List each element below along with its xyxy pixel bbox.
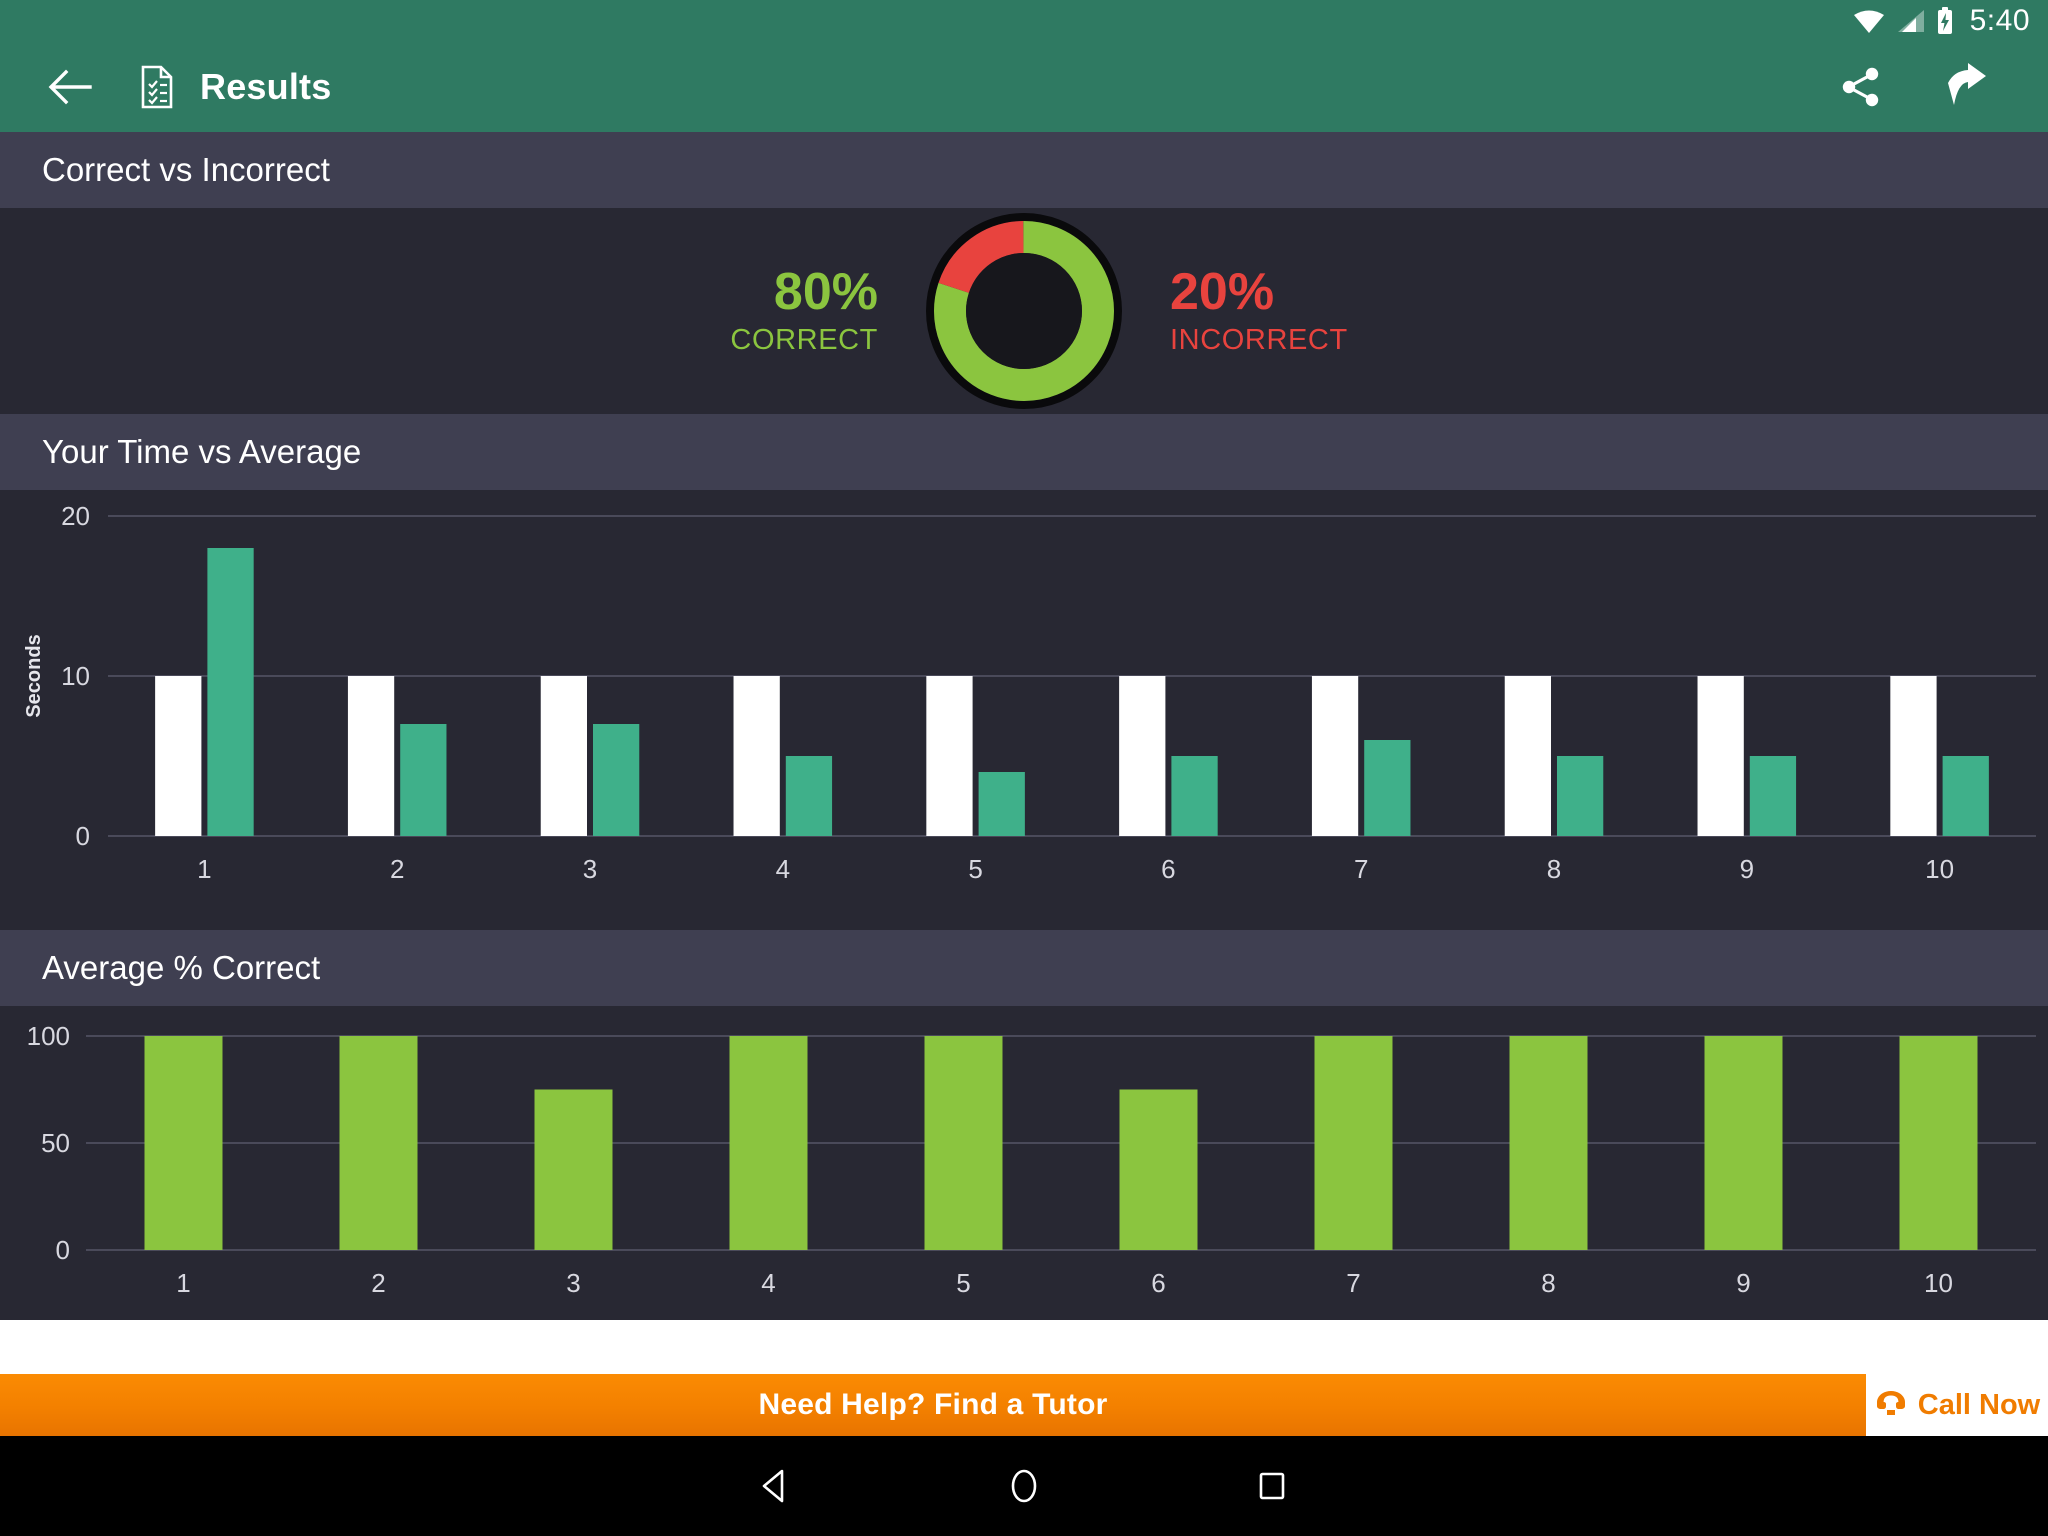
- bar-average-percent-correct: [1509, 1036, 1588, 1250]
- correct-label: CORRECT: [730, 323, 878, 356]
- x-tick-label: 3: [583, 854, 597, 884]
- donut-chart-panel: 80% CORRECT 20% INCORRECT: [0, 208, 2048, 414]
- bar-your-time: [207, 548, 254, 836]
- y-axis-label: Seconds: [23, 634, 45, 717]
- bar-average-percent-correct: [339, 1036, 418, 1250]
- time-vs-average-svg: Seconds 0 10 20 1 2 3 4 5 6 7 8 9 10: [23, 501, 2036, 884]
- y-tick-label: 50: [41, 1128, 70, 1158]
- incorrect-stat: 20% INCORRECT: [1124, 265, 1384, 357]
- x-tick-label: 4: [761, 1268, 775, 1298]
- average-percent-correct-chart: 0 50 100 1 2 3 4 5 6 7 8 9 10: [0, 1006, 2048, 1320]
- wifi-icon: [1852, 8, 1886, 34]
- y-tick-label: 0: [56, 1235, 70, 1265]
- bar-average: [1697, 676, 1744, 836]
- y-tick-label: 100: [27, 1021, 70, 1051]
- x-tick-label: 1: [197, 854, 211, 884]
- x-tick-label: 9: [1736, 1268, 1750, 1298]
- bar-average: [155, 676, 202, 836]
- correct-percent: 80%: [773, 263, 878, 322]
- time-vs-average-chart: Seconds 0 10 20 1 2 3 4 5 6 7 8 9 10: [0, 490, 2048, 930]
- section-header-time-vs-average: Your Time vs Average: [0, 414, 2048, 490]
- bar-your-time: [978, 772, 1025, 836]
- bar-average-percent-correct: [924, 1036, 1003, 1250]
- bar-average-percent-correct: [1899, 1036, 1978, 1250]
- call-now-button[interactable]: Call Now: [1866, 1374, 2048, 1436]
- bar-average-percent-correct: [144, 1036, 223, 1250]
- bar-average: [1311, 676, 1359, 836]
- nav-home-circle-icon[interactable]: [988, 1450, 1060, 1522]
- forward-arrow-icon[interactable]: [1940, 61, 1992, 113]
- share-icon[interactable]: [1838, 64, 1884, 110]
- back-arrow-icon[interactable]: [48, 69, 92, 105]
- bar-your-time: [593, 724, 640, 836]
- bar-your-time: [785, 756, 833, 836]
- bar-your-time: [1749, 756, 1797, 836]
- call-now-label: Call Now: [1917, 1388, 2041, 1421]
- x-tick-label: 3: [566, 1268, 580, 1298]
- bar-average-percent-correct: [1314, 1036, 1393, 1250]
- x-tick-label: 8: [1541, 1268, 1555, 1298]
- bar-average: [1504, 676, 1551, 836]
- bar-your-time: [1942, 756, 1989, 836]
- page-title: Results: [200, 66, 332, 107]
- x-tick-label: 7: [1346, 1268, 1360, 1298]
- correct-stat: 80% CORRECT: [664, 265, 924, 357]
- x-tick-label: 8: [1547, 854, 1561, 884]
- bar-average: [1119, 676, 1166, 836]
- x-tick-label: 10: [1924, 1268, 1953, 1298]
- ad-banner[interactable]: Need Help? Find a Tutor Call Now: [0, 1374, 2048, 1436]
- nav-back-triangle-icon[interactable]: [740, 1450, 812, 1522]
- bar-your-time: [1171, 756, 1218, 836]
- bar-your-time: [1557, 756, 1604, 836]
- x-tick-label: 1: [176, 1268, 190, 1298]
- x-tick-label: 6: [1151, 1268, 1165, 1298]
- bar-average-percent-correct: [1119, 1089, 1198, 1250]
- phone-icon: [1874, 1388, 1908, 1423]
- x-tick-label: 2: [390, 854, 404, 884]
- bar-average-percent-correct: [729, 1036, 808, 1250]
- y-tick-label: 10: [61, 661, 90, 691]
- section-title: Your Time vs Average: [42, 433, 362, 470]
- donut-ring: [924, 211, 1124, 411]
- bar-average: [1890, 676, 1937, 836]
- donut-chart-row: 80% CORRECT 20% INCORRECT: [664, 211, 1384, 411]
- bar-average-percent-correct: [534, 1089, 613, 1250]
- x-tick-label: 9: [1740, 854, 1754, 884]
- app-bar: Results: [0, 42, 2048, 132]
- x-tick-label: 7: [1354, 854, 1368, 884]
- section-title: Correct vs Incorrect: [42, 151, 330, 188]
- bar-your-time: [400, 724, 447, 836]
- nav-recents-square-icon[interactable]: [1236, 1450, 1308, 1522]
- results-document-icon: [140, 65, 174, 109]
- battery-charging-icon: [1936, 7, 1954, 35]
- section-title: Average % Correct: [42, 949, 321, 986]
- x-tick-label: 6: [1161, 854, 1175, 884]
- status-bar: 5:40: [0, 0, 2048, 42]
- bar-average: [347, 676, 395, 836]
- bar-average: [540, 676, 587, 836]
- incorrect-percent: 20%: [1170, 263, 1275, 322]
- x-tick-label: 2: [371, 1268, 385, 1298]
- x-tick-label: 5: [956, 1268, 970, 1298]
- average-percent-correct-svg: 0 50 100 1 2 3 4 5 6 7 8 9 10: [27, 1021, 2036, 1298]
- y-tick-label: 0: [76, 821, 90, 851]
- cellular-signal-icon: [1896, 8, 1926, 34]
- app-root: 5:40 Results Correct vs Incorrect 80% CO…: [0, 0, 2048, 1536]
- white-gap: [0, 1320, 2048, 1374]
- y-tick-label: 20: [61, 501, 90, 531]
- status-time: 5:40: [1969, 4, 2030, 37]
- ad-banner-text: Need Help? Find a Tutor: [758, 1388, 1108, 1421]
- android-nav-bar: [0, 1436, 2048, 1536]
- section-header-correct-vs-incorrect: Correct vs Incorrect: [0, 132, 2048, 208]
- x-tick-label: 4: [776, 854, 790, 884]
- bar-average: [733, 676, 780, 836]
- x-tick-label: 10: [1925, 854, 1954, 884]
- bar-average: [926, 676, 973, 836]
- section-header-average-percent-correct: Average % Correct: [0, 930, 2048, 1006]
- bar-average-percent-correct: [1704, 1036, 1783, 1250]
- find-a-tutor-button[interactable]: Need Help? Find a Tutor: [0, 1374, 1866, 1436]
- bar-your-time: [1364, 740, 1411, 836]
- incorrect-label: INCORRECT: [1170, 323, 1348, 356]
- x-tick-label: 5: [968, 854, 982, 884]
